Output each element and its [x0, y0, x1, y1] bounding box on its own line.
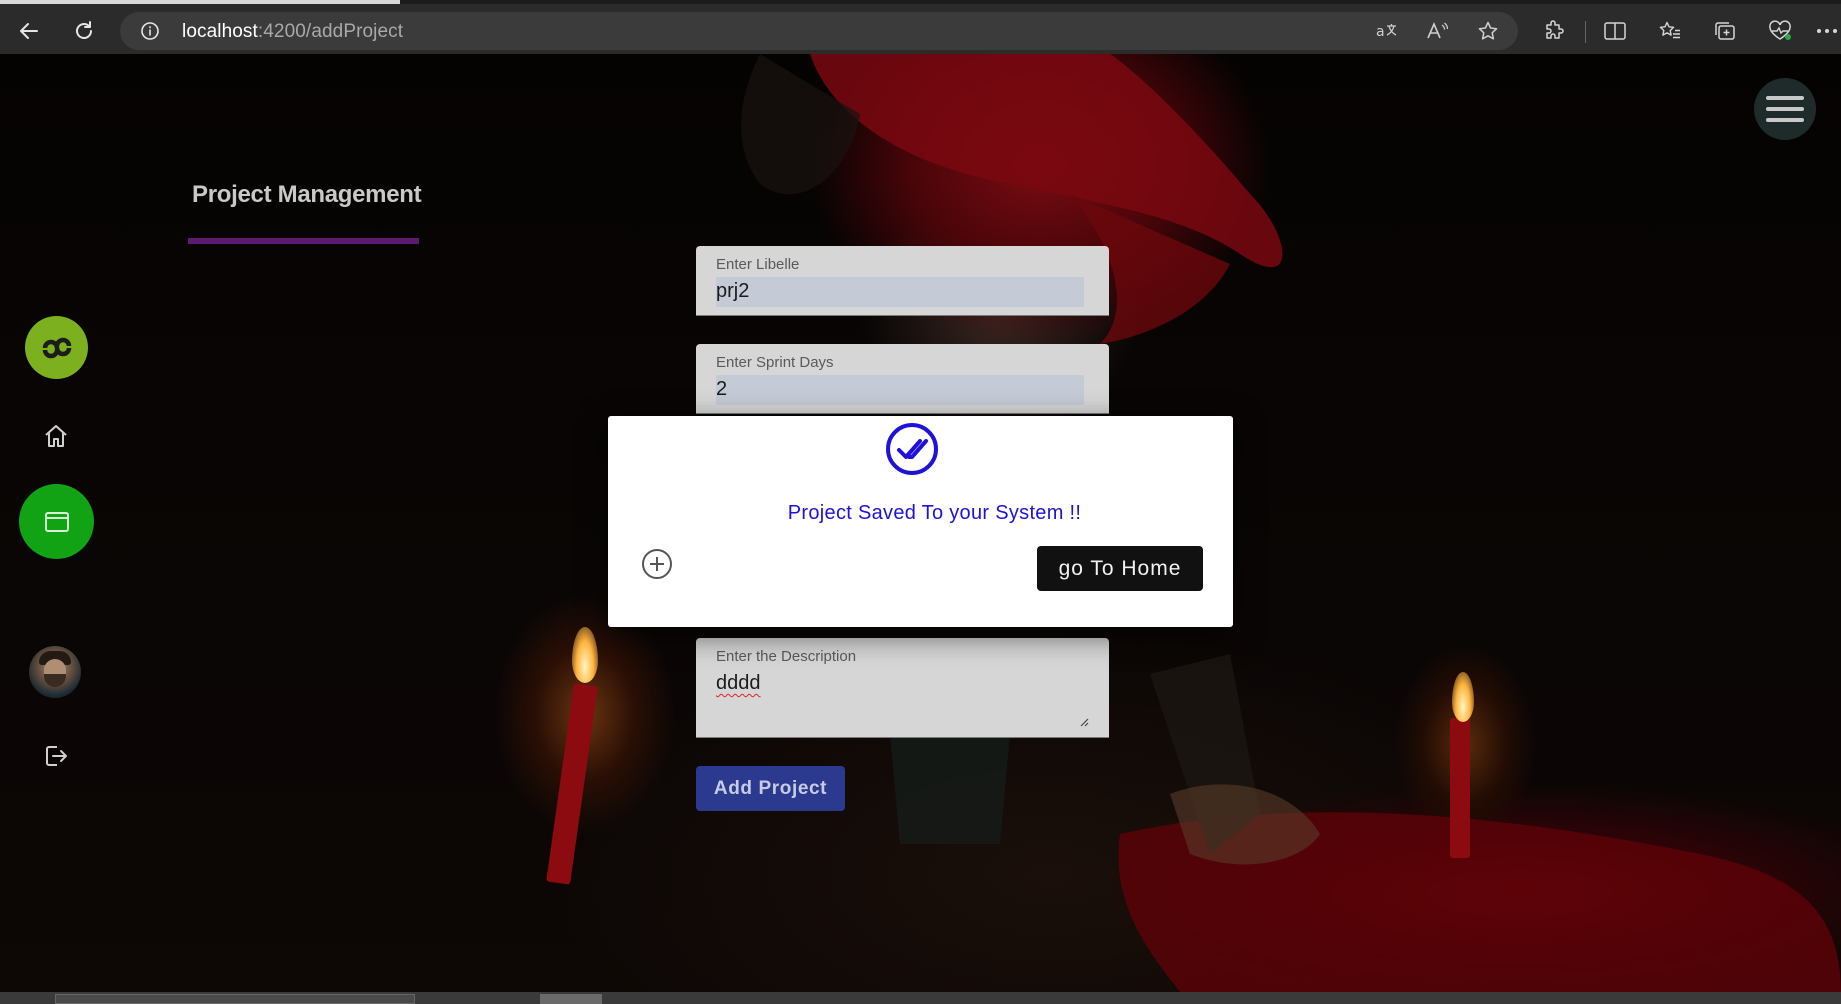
- extensions-button[interactable]: [1539, 16, 1569, 46]
- heart-pulse-icon: [1769, 20, 1791, 40]
- libelle-input[interactable]: prj2: [716, 277, 1084, 307]
- back-button[interactable]: [12, 14, 46, 48]
- collections-icon: [1715, 22, 1735, 40]
- favorites-button[interactable]: [1655, 16, 1685, 46]
- sidebar-item-logout[interactable]: [40, 740, 72, 772]
- browser-toolbar: localhost:4200/addProject a: [0, 0, 1841, 54]
- refresh-icon: [76, 21, 92, 39]
- title-underline: [188, 238, 419, 244]
- home-icon: [45, 425, 67, 447]
- active-tab-indicator: [0, 0, 400, 4]
- more-menu-button[interactable]: [1812, 16, 1841, 46]
- url-path: :4200/addProject: [257, 21, 404, 42]
- svg-text:a: a: [1376, 24, 1385, 40]
- address-bar[interactable]: localhost:4200/addProject a: [120, 12, 1518, 50]
- description-textarea[interactable]: dddd: [716, 669, 1084, 699]
- split-screen-icon: [1604, 22, 1626, 40]
- url-text[interactable]: localhost:4200/addProject: [182, 21, 403, 43]
- libelle-field[interactable]: Enter Libelle prj2: [696, 246, 1109, 316]
- refresh-button[interactable]: [67, 14, 101, 48]
- logout-icon: [46, 746, 67, 766]
- menu-button[interactable]: [1754, 78, 1816, 140]
- read-aloud-button[interactable]: [1422, 16, 1452, 46]
- window-icon: [44, 511, 69, 532]
- libelle-label: Enter Libelle: [716, 256, 800, 273]
- collections-button[interactable]: [1710, 16, 1740, 46]
- add-circle-icon[interactable]: [641, 548, 673, 580]
- url-host: localhost: [182, 21, 258, 42]
- sprint-days-input[interactable]: 2: [716, 375, 1084, 405]
- description-label: Enter the Description: [716, 648, 857, 665]
- menu-line-icon: [1766, 107, 1804, 111]
- taskbar-window-2[interactable]: [540, 994, 602, 1004]
- page-title: Project Management: [192, 181, 422, 208]
- sprint-days-label: Enter Sprint Days: [716, 354, 834, 371]
- info-icon[interactable]: [140, 21, 160, 41]
- app-logo[interactable]: [25, 316, 88, 379]
- sprint-days-field[interactable]: Enter Sprint Days 2: [696, 344, 1109, 414]
- description-text: dddd: [716, 672, 761, 694]
- description-field[interactable]: Enter the Description dddd: [696, 638, 1109, 738]
- double-check-circle-icon: [886, 423, 938, 475]
- favorite-star-button[interactable]: [1473, 16, 1503, 46]
- sidebar-item-home[interactable]: [38, 418, 74, 454]
- menu-line-icon: [1766, 96, 1804, 100]
- page-content: Project Management Enter Libelle prj2 En…: [0, 54, 1841, 992]
- more-dots-icon: [1817, 29, 1837, 33]
- go-to-home-button[interactable]: go To Home: [1037, 546, 1203, 591]
- add-project-button[interactable]: Add Project: [696, 766, 845, 811]
- translate-button[interactable]: a: [1372, 16, 1402, 46]
- split-screen-button[interactable]: [1600, 16, 1630, 46]
- resize-grip-icon[interactable]: [1079, 717, 1089, 727]
- logo-icon: [37, 328, 76, 367]
- menu-line-icon: [1766, 118, 1804, 122]
- success-dialog: Project Saved To your System !! go To Ho…: [608, 416, 1233, 627]
- favorites-list-icon: [1659, 21, 1680, 39]
- translate-icon: a: [1376, 24, 1397, 40]
- read-aloud-icon: [1427, 21, 1449, 39]
- avatar[interactable]: [29, 646, 81, 698]
- success-message: Project Saved To your System !!: [787, 502, 1082, 524]
- star-icon: [1478, 21, 1498, 40]
- taskbar-window[interactable]: [55, 994, 415, 1004]
- avatar-beard: [44, 674, 66, 687]
- puzzle-icon: [1546, 20, 1564, 39]
- toolbar-separator: [1585, 21, 1586, 43]
- sidebar-item-projects[interactable]: [19, 484, 94, 559]
- os-taskbar: [0, 992, 1841, 1004]
- candle-right: [1450, 718, 1470, 858]
- browser-essentials-button[interactable]: [1765, 16, 1795, 46]
- back-arrow-icon: [20, 23, 38, 39]
